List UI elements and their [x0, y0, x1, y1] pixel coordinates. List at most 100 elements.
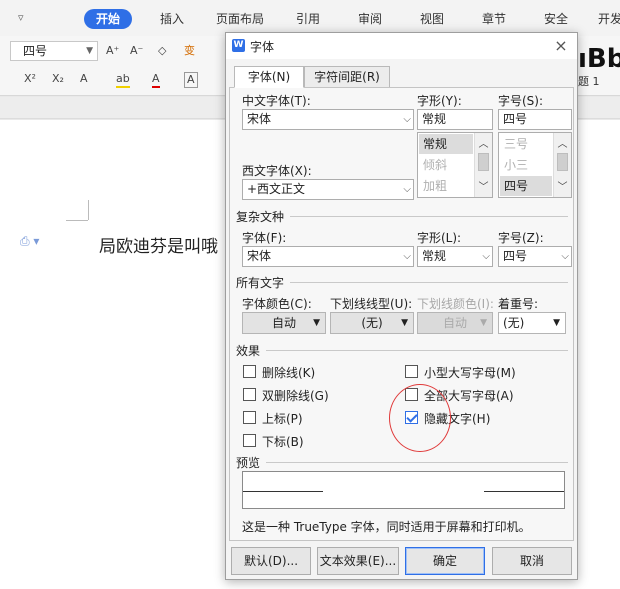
tab-review[interactable]: 审阅 — [358, 9, 382, 29]
complex-style-label: 字形(L): — [417, 231, 462, 245]
subscript-icon[interactable]: X₂ — [52, 72, 64, 86]
style-input[interactable]: 常规 — [417, 109, 493, 130]
close-icon[interactable]: × — [550, 35, 572, 57]
list-item[interactable]: 常规 — [419, 134, 473, 154]
font-size-value: 四号 — [23, 44, 48, 58]
style-listbox[interactable]: 常规 倾斜 加粗 ︿ ﹀ — [417, 132, 493, 198]
superscript-checkbox[interactable] — [243, 411, 256, 424]
double-strikethrough-checkbox[interactable] — [243, 388, 256, 401]
complex-style-combobox[interactable]: 常规 ⌵ — [417, 246, 493, 267]
style-gallery-label: 题 1 — [578, 75, 600, 88]
section-divider — [290, 282, 568, 283]
section-divider — [290, 216, 568, 217]
chevron-up-icon[interactable]: ︿ — [475, 135, 492, 150]
tab-chapter[interactable]: 章节 — [482, 9, 506, 29]
size-input[interactable]: 四号 — [498, 109, 572, 130]
chinese-font-combobox[interactable]: 宋体 ⌵ — [242, 109, 414, 130]
quick-access-caret[interactable]: ▿ — [18, 11, 24, 24]
complex-font-combobox[interactable]: 宋体 ⌵ — [242, 246, 414, 267]
tab-view[interactable]: 视图 — [420, 9, 444, 29]
superscript-label[interactable]: 上标(P) — [262, 410, 303, 427]
font-color-icon[interactable]: A — [152, 72, 160, 88]
dialog-titlebar[interactable]: W 字体 × — [226, 33, 577, 59]
complex-size-label: 字号(Z): — [498, 231, 544, 245]
strikethrough-checkbox[interactable] — [243, 365, 256, 378]
chevron-down-icon: ▼ — [86, 46, 93, 56]
text-effects-button[interactable]: 文本效果(E)... — [317, 547, 399, 575]
style-value: 常规 — [422, 112, 447, 126]
subscript-checkbox[interactable] — [243, 434, 256, 447]
double-strikethrough-label[interactable]: 双删除线(G) — [262, 387, 329, 404]
small-caps-label[interactable]: 小型大写字母(M) — [424, 364, 516, 381]
chevron-down-icon[interactable]: ﹀ — [554, 178, 571, 193]
tab-character-spacing[interactable]: 字符间距(R) — [304, 66, 390, 88]
chinese-font-label: 中文字体(T): — [242, 94, 311, 108]
paragraph-handle-icon[interactable]: ⎙ ▾ — [20, 234, 39, 249]
superscript-icon[interactable]: X² — [24, 72, 36, 86]
emphasis-mark-label: 着重号: — [498, 297, 539, 311]
small-caps-checkbox[interactable] — [405, 365, 418, 378]
preview-baseline — [243, 491, 323, 492]
chevron-down-icon: ▼ — [480, 318, 487, 328]
ok-button[interactable]: 确定 — [405, 547, 485, 575]
chevron-up-icon[interactable]: ︿ — [554, 135, 571, 150]
ribbon-tab-bar: ▿ 开始 插入 页面布局 引用 审阅 视图 章节 安全 开发 — [0, 0, 620, 36]
western-font-value: +西文正文 — [247, 182, 306, 196]
list-item[interactable]: 加粗 — [419, 176, 473, 196]
list-item[interactable]: 四号 — [500, 176, 552, 196]
tab-font[interactable]: 字体(N) — [234, 66, 304, 88]
underline-style-value: (无) — [361, 316, 383, 330]
scroll-thumb[interactable] — [557, 153, 568, 171]
pinyin-icon[interactable]: 变 — [184, 44, 195, 58]
cancel-button[interactable]: 取消 — [492, 547, 572, 575]
style-scrollbar[interactable]: ︿ ﹀ — [474, 133, 492, 197]
annotation-circle — [389, 384, 451, 452]
chevron-down-icon: ▼ — [553, 318, 560, 328]
scroll-thumb[interactable] — [478, 153, 489, 171]
preview-section-title: 预览 — [236, 456, 261, 470]
size-scrollbar[interactable]: ︿ ﹀ — [553, 133, 571, 197]
list-item[interactable]: 倾斜 — [419, 155, 473, 175]
wps-logo-icon: W — [232, 39, 245, 52]
complex-size-combobox[interactable]: 四号 ⌵ — [498, 246, 572, 267]
underline-color-label: 下划线颜色(I): — [417, 297, 494, 311]
tab-security[interactable]: 安全 — [544, 9, 568, 29]
emphasis-mark-dropdown[interactable]: (无) ▼ — [498, 312, 566, 334]
underline-style-dropdown[interactable]: (无) ▼ — [330, 312, 414, 334]
chevron-down-icon: ▼ — [401, 318, 408, 328]
style-gallery-preview[interactable]: ıBbA — [578, 44, 620, 74]
tab-page-layout[interactable]: 页面布局 — [216, 9, 264, 29]
shrink-font-icon[interactable]: A⁻ — [130, 44, 143, 58]
font-color-label: 字体颜色(C): — [242, 297, 312, 311]
chinese-font-value: 宋体 — [247, 112, 272, 126]
subscript-label[interactable]: 下标(B) — [262, 433, 304, 450]
complex-section-title: 复杂文种 — [236, 210, 285, 224]
grow-font-icon[interactable]: A⁺ — [106, 44, 119, 58]
strikethrough-label[interactable]: 删除线(K) — [262, 364, 315, 381]
font-size-combobox[interactable]: 四号 ▼ — [10, 41, 98, 61]
font-color-dropdown[interactable]: 自动 ▼ — [242, 312, 326, 334]
chevron-down-icon: ⌵ — [561, 251, 569, 262]
clear-format-icon[interactable]: ◇ — [158, 44, 166, 58]
default-button[interactable]: 默认(D)... — [231, 547, 311, 575]
tab-insert[interactable]: 插入 — [160, 9, 184, 29]
font-color-value: 自动 — [271, 316, 296, 330]
margin-marker — [88, 200, 89, 220]
text-effect-icon[interactable]: A — [80, 72, 88, 86]
western-font-combobox[interactable]: +西文正文 ⌵ — [242, 179, 414, 200]
preview-box — [242, 471, 565, 509]
chevron-down-icon[interactable]: ﹀ — [475, 178, 492, 193]
document-text[interactable]: 局欧迪芬是叫哦 — [99, 232, 218, 257]
list-item[interactable]: 三号 — [500, 134, 552, 154]
tab-home[interactable]: 开始 — [84, 9, 133, 29]
size-listbox[interactable]: 三号 小三 四号 ︿ ﹀ — [498, 132, 572, 198]
tab-references[interactable]: 引用 — [296, 9, 320, 29]
underline-color-value: 自动 — [442, 316, 467, 330]
tab-developer[interactable]: 开发 — [598, 9, 620, 29]
chevron-down-icon: ⌵ — [403, 184, 411, 195]
chevron-down-icon: ⌵ — [482, 251, 490, 262]
effects-section-title: 效果 — [236, 344, 261, 358]
highlight-icon[interactable]: ab — [116, 72, 130, 88]
list-item[interactable]: 小三 — [500, 155, 552, 175]
char-border-icon[interactable]: A — [184, 72, 198, 88]
